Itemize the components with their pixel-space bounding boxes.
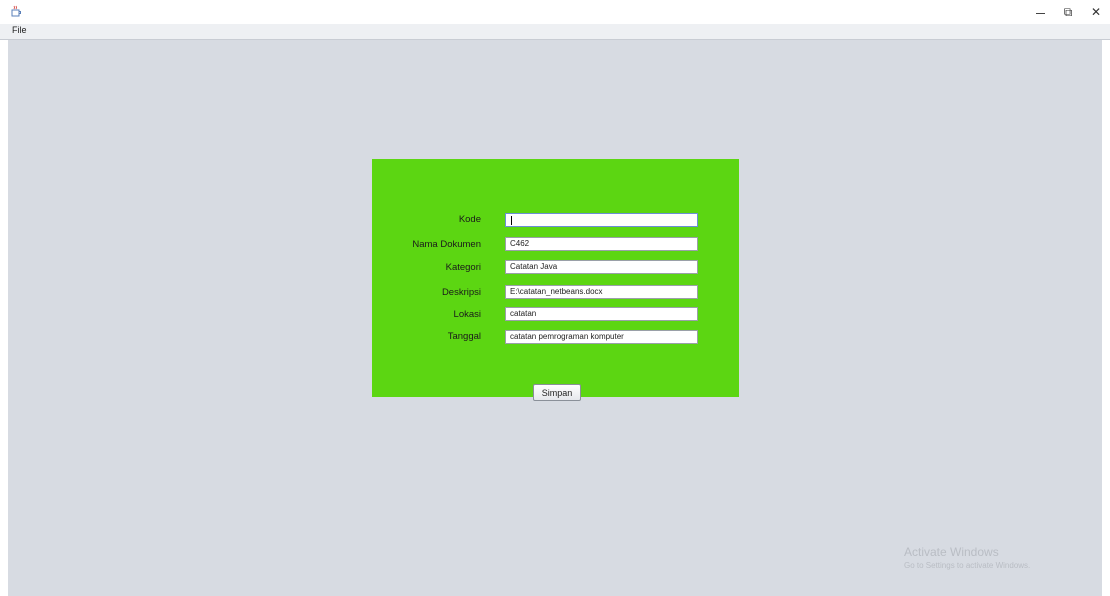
watermark-subtitle: Go to Settings to activate Windows. <box>904 561 1031 570</box>
simpan-button[interactable]: Simpan <box>533 384 581 401</box>
close-icon: ✕ <box>1090 5 1102 19</box>
tanggal-label: Tanggal <box>447 331 481 342</box>
kode-label: Kode <box>458 214 481 225</box>
minimize-icon <box>1035 12 1045 14</box>
window-controls: ⧉ ✕ <box>1026 0 1110 24</box>
document-form-panel: Kode Nama Dokumen C462 Kategori Catatan … <box>372 159 739 401</box>
text-caret <box>511 216 512 225</box>
nama-dokumen-value: C462 <box>510 239 530 248</box>
watermark-title: Activate Windows <box>904 545 999 559</box>
kategori-input[interactable]: Catatan Java <box>505 260 698 274</box>
tanggal-input[interactable]: catatan pemrograman komputer <box>505 330 698 344</box>
title-bar: ⧉ ✕ <box>0 0 1110 24</box>
nama-dokumen-label: Nama Dokumen <box>412 239 481 250</box>
restore-button[interactable]: ⧉ <box>1054 0 1082 24</box>
restore-icon: ⧉ <box>1063 4 1073 19</box>
lokasi-input[interactable]: catatan <box>505 307 698 321</box>
window-right-border <box>1102 40 1110 596</box>
java-cup-icon <box>11 5 21 17</box>
app-window: ⧉ ✕ File Kode Nama Dokumen C462 Kategori… <box>0 0 1110 596</box>
lokasi-value: catatan <box>510 309 537 318</box>
nama-dokumen-input[interactable]: C462 <box>505 237 698 251</box>
window-left-border <box>0 40 8 596</box>
lokasi-label: Lokasi <box>453 309 481 320</box>
activate-windows-watermark: Activate Windows Go to Settings to activ… <box>904 545 1030 570</box>
deskripsi-input[interactable]: E:\catatan_netbeans.docx <box>505 285 698 299</box>
kategori-value: Catatan Java <box>510 262 558 271</box>
menu-file[interactable]: File <box>12 25 27 35</box>
minimize-button[interactable] <box>1026 0 1054 24</box>
tanggal-value: catatan pemrograman komputer <box>510 332 624 341</box>
kategori-label: Kategori <box>445 262 481 273</box>
kode-input[interactable] <box>505 213 698 227</box>
close-button[interactable]: ✕ <box>1082 0 1110 24</box>
deskripsi-value: E:\catatan_netbeans.docx <box>510 287 603 296</box>
deskripsi-label: Deskripsi <box>441 287 481 298</box>
menu-bar: File <box>0 24 1110 40</box>
